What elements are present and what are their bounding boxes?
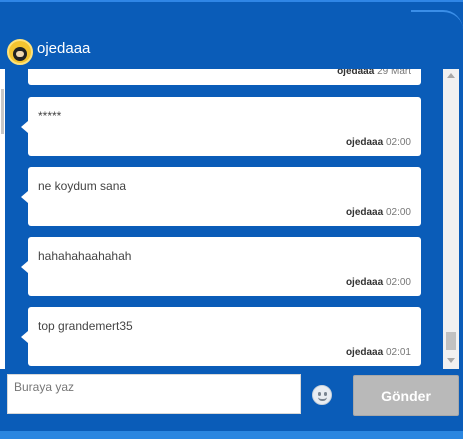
message-author: ojedaaa [345, 277, 384, 288]
compose-bar: Gönder [0, 369, 463, 431]
message-text: top grandemert35 [38, 319, 133, 333]
scroll-down-arrow-icon[interactable] [447, 358, 455, 363]
message-time: 02:00 [385, 207, 411, 218]
message-author: ojedaaa [337, 69, 375, 77]
message-time: 29 Mart [377, 69, 411, 77]
message-text: hahahahaahahah [38, 249, 132, 263]
smiley-mouth [318, 397, 327, 401]
message-text: ***** [38, 109, 62, 123]
scroll-up-arrow-icon[interactable] [447, 73, 455, 78]
smiley-eye [324, 392, 327, 396]
chat-username[interactable]: ojedaaa [37, 40, 90, 57]
smiley-eye [318, 392, 321, 396]
smiley-icon[interactable] [312, 385, 332, 405]
message-meta: ojedaaa 02:00 [346, 137, 411, 148]
message-input-wrapper [7, 374, 301, 414]
chat-header: ojedaaa [0, 32, 463, 68]
window-top-bar [0, 2, 463, 32]
message-author: ojedaaa [345, 207, 384, 218]
message-bubble: ***** ojedaaa 02:00 [21, 97, 421, 156]
send-button[interactable]: Gönder [353, 375, 459, 416]
window-corner [411, 10, 463, 32]
message-author: ojedaaa [345, 137, 384, 148]
message-meta: ojedaaa 02:00 [346, 277, 411, 288]
message-bubble: ojedaaa 29 Mart [28, 69, 421, 85]
user-avatar-icon[interactable] [7, 39, 33, 65]
message-time: 02:00 [385, 137, 411, 148]
message-meta: ojedaaa 29 Mart [337, 69, 411, 77]
message-meta: ojedaaa 02:00 [346, 207, 411, 218]
message-bubble: top grandemert35 ojedaaa 02:01 [21, 307, 421, 366]
message-scrollbar[interactable] [443, 69, 459, 369]
message-author: ojedaaa [345, 347, 384, 358]
window-bottom-bar [0, 431, 463, 439]
message-text: ne koydum sana [38, 179, 127, 193]
message-time: 02:01 [385, 347, 411, 358]
message-time: 02:00 [385, 277, 411, 288]
message-input[interactable] [8, 375, 300, 413]
avatar-face [13, 47, 27, 61]
scrollbar-thumb[interactable] [446, 332, 456, 350]
chat-window: ojedaaa ojedaaa 29 Mart ***** ojedaaa 02… [0, 0, 463, 439]
message-list: ojedaaa 29 Mart ***** ojedaaa 02:00 ne k… [5, 69, 443, 369]
message-meta: ojedaaa 02:01 [346, 347, 411, 358]
message-bubble: ne koydum sana ojedaaa 02:00 [21, 167, 421, 226]
message-bubble: hahahahaahahah ojedaaa 02:00 [21, 237, 421, 296]
